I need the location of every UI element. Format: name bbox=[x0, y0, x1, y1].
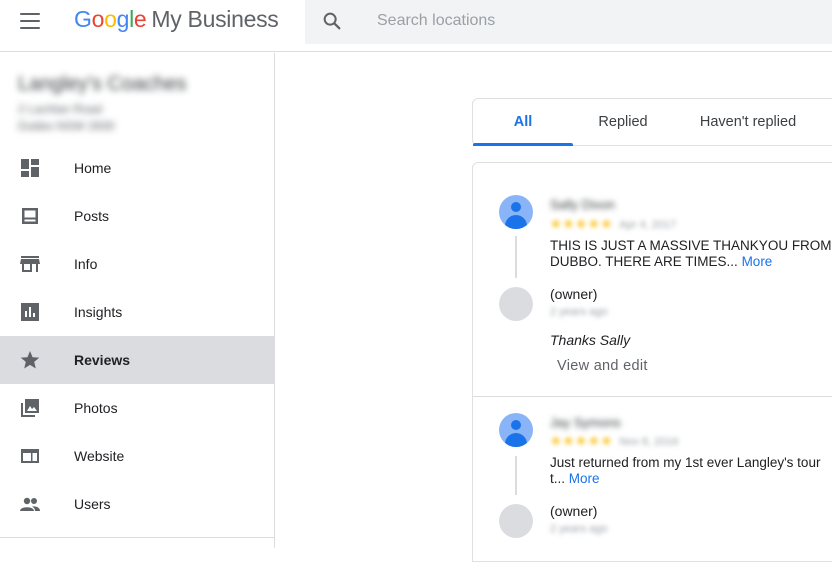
sidebar-item-label: Home bbox=[74, 160, 112, 176]
store-icon bbox=[20, 256, 40, 272]
search-icon[interactable] bbox=[321, 10, 343, 32]
logo-letter: g bbox=[116, 6, 130, 32]
review-text-line: DUBBO. THERE ARE TIMES... bbox=[550, 254, 738, 269]
users-icon bbox=[20, 497, 40, 511]
reply-time: 2 years ago bbox=[550, 523, 608, 535]
sidebar-item-label: Posts bbox=[74, 208, 110, 224]
more-link[interactable]: More bbox=[569, 471, 600, 486]
review-item: Jay Symons ★★★★★ Nov 8, 2016 Just returne… bbox=[473, 397, 832, 567]
thread-line bbox=[515, 236, 517, 278]
owner-reply-text: Thanks Sally bbox=[550, 332, 631, 348]
search-input[interactable] bbox=[377, 8, 797, 34]
review-text-line: THIS IS JUST A MASSIVE THANKYOU FROM A bbox=[550, 238, 832, 253]
star-icon bbox=[20, 351, 40, 369]
sidebar-item-label: Website bbox=[74, 448, 125, 464]
sidebar-item-label: Users bbox=[74, 496, 111, 512]
sidebar-item-home[interactable]: Home bbox=[0, 144, 274, 192]
logo-letter: e bbox=[133, 6, 147, 32]
reviewer-avatar bbox=[499, 413, 533, 447]
sidebar-nav: Home Posts Info Insights Reviews Photos … bbox=[0, 144, 274, 528]
reviewer-name: Sally Dixon bbox=[550, 197, 616, 212]
view-and-edit-button[interactable]: View and edit bbox=[557, 358, 648, 374]
sidebar-item-insights[interactable]: Insights bbox=[0, 288, 274, 336]
rating-stars: ★★★★★ bbox=[550, 433, 614, 448]
tab-all[interactable]: All bbox=[473, 99, 573, 146]
review-date: Apr 4, 2017 bbox=[619, 219, 677, 231]
top-app-bar: Google My Business bbox=[0, 0, 832, 52]
reviewer-avatar bbox=[499, 195, 533, 229]
review-text-line: Just returned from my 1st ever Langley's… bbox=[550, 455, 821, 470]
owner-avatar bbox=[499, 504, 533, 538]
logo-letter: G bbox=[74, 6, 92, 32]
business-name: Langley's Coaches bbox=[18, 73, 187, 95]
posts-icon bbox=[22, 208, 38, 224]
website-icon bbox=[21, 449, 39, 463]
sidebar-item-label: Photos bbox=[74, 400, 118, 416]
sidebar-item-reviews[interactable]: Reviews bbox=[0, 336, 274, 384]
review-text: THIS IS JUST A MASSIVE THANKYOU FROM A D… bbox=[550, 238, 832, 270]
sidebar: Langley's Coaches 2 Lachlan Road Dubbo N… bbox=[0, 53, 275, 548]
sidebar-item-users[interactable]: Users bbox=[0, 480, 274, 528]
review-rating: ★★★★★ Nov 8, 2016 bbox=[550, 432, 679, 450]
business-address: Dubbo NSW 2830 bbox=[18, 119, 115, 133]
reviews-list: Sally Dixon ★★★★★ Apr 4, 2017 THIS IS JUS… bbox=[472, 162, 832, 562]
review-text-line: t... More bbox=[550, 471, 832, 487]
google-my-business-logo[interactable]: Google My Business bbox=[74, 6, 279, 33]
menu-icon[interactable] bbox=[20, 13, 40, 29]
business-info: Langley's Coaches 2 Lachlan Road Dubbo N… bbox=[18, 73, 186, 133]
review-date: Nov 8, 2016 bbox=[619, 436, 679, 448]
divider bbox=[0, 537, 274, 538]
review-filter-tabs: All Replied Haven't replied bbox=[472, 98, 832, 146]
sidebar-item-posts[interactable]: Posts bbox=[0, 192, 274, 240]
sidebar-item-info[interactable]: Info bbox=[0, 240, 274, 288]
reply-time: 2 years ago bbox=[550, 306, 608, 318]
search-bar[interactable] bbox=[305, 0, 832, 44]
bar-chart-icon bbox=[21, 303, 39, 321]
sidebar-item-website[interactable]: Website bbox=[0, 432, 274, 480]
sidebar-item-label: Insights bbox=[74, 304, 123, 320]
review-item: Sally Dixon ★★★★★ Apr 4, 2017 THIS IS JUS… bbox=[473, 163, 832, 397]
thread-line bbox=[515, 456, 517, 495]
review-text-line: DUBBO. THERE ARE TIMES... More bbox=[550, 254, 832, 270]
owner-label: (owner) bbox=[550, 503, 598, 519]
business-address: 2 Lachlan Road bbox=[18, 102, 103, 116]
review-text: Just returned from my 1st ever Langley's… bbox=[550, 455, 832, 487]
owner-label: (owner) bbox=[550, 286, 598, 302]
tab-replied[interactable]: Replied bbox=[573, 99, 673, 145]
logo-letter: o bbox=[91, 6, 105, 32]
review-text-line: t... bbox=[550, 471, 566, 486]
more-link[interactable]: More bbox=[742, 254, 773, 269]
owner-avatar bbox=[499, 287, 533, 321]
sidebar-item-photos[interactable]: Photos bbox=[0, 384, 274, 432]
logo-letter: o bbox=[104, 6, 117, 32]
tab-havent-replied[interactable]: Haven't replied bbox=[673, 99, 823, 145]
dashboard-icon bbox=[21, 159, 39, 177]
product-name: My Business bbox=[151, 6, 279, 32]
sidebar-item-label: Reviews bbox=[74, 352, 131, 368]
review-rating: ★★★★★ Apr 4, 2017 bbox=[550, 215, 676, 233]
photos-icon bbox=[21, 399, 39, 417]
reviewer-name: Jay Symons bbox=[550, 415, 621, 430]
sidebar-item-label: Info bbox=[74, 256, 98, 272]
rating-stars: ★★★★★ bbox=[550, 216, 614, 231]
